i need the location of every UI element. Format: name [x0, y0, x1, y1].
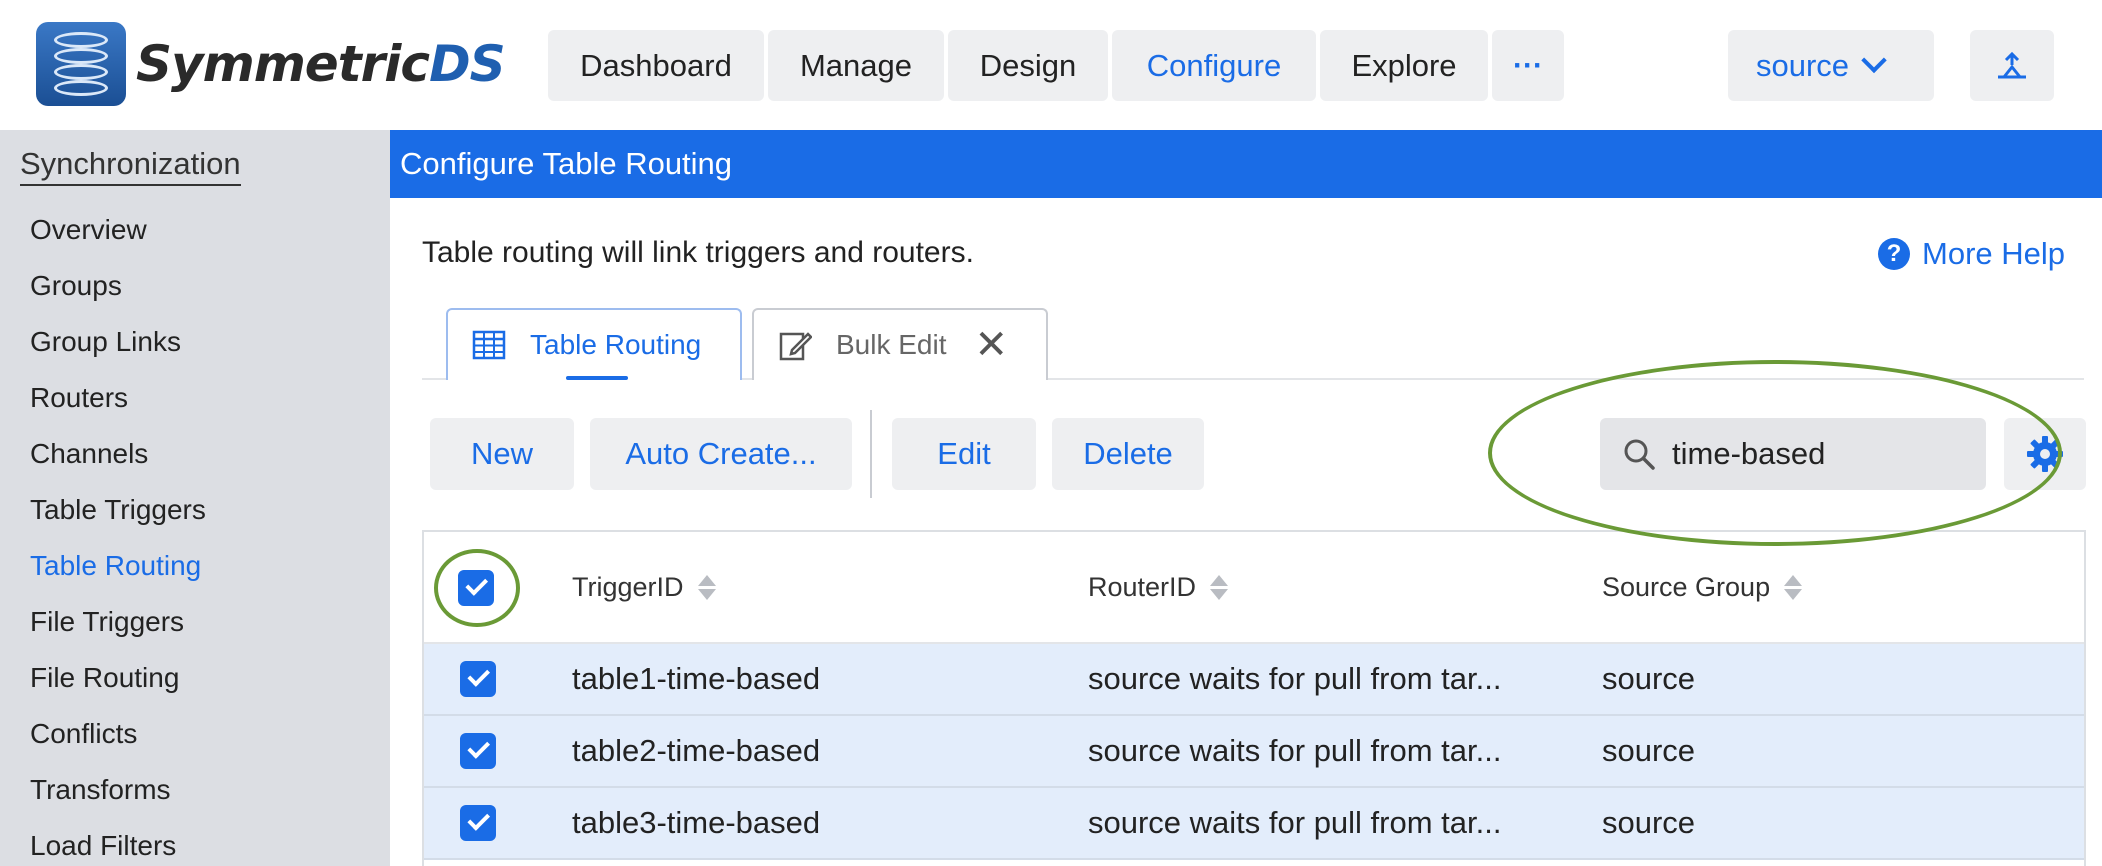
chevron-down-icon [1861, 47, 1887, 73]
table-header: TriggerID RouterID Source Group [424, 532, 2084, 644]
cell-source-group: source [1602, 661, 1696, 696]
database-logo-icon [36, 22, 126, 106]
more-dots-icon: ··· [1513, 48, 1543, 82]
node-select-dropdown[interactable]: source [1728, 30, 1934, 101]
toolbar-divider [870, 410, 872, 498]
tab-table-routing[interactable]: Table Routing [446, 308, 742, 380]
nav-configure[interactable]: Configure [1112, 30, 1316, 101]
column-header-label: RouterID [1088, 572, 1197, 602]
cell-router-id: source waits for pull from tar... [1088, 661, 1502, 696]
sidebar-item-groups[interactable]: Groups [30, 258, 206, 314]
table-row[interactable]: table3-time-based source waits for pull … [424, 788, 2084, 860]
more-help-label: More Help [1922, 236, 2065, 271]
page-title: Configure Table Routing [400, 146, 733, 181]
symmetricds-logo[interactable]: SymmetricDS [36, 22, 506, 106]
close-tab-icon[interactable]: ✕ [975, 325, 1009, 365]
checkmark-icon [467, 808, 491, 831]
sidebar-item-load-filters[interactable]: Load Filters [30, 818, 206, 866]
sidebar-item-file-triggers[interactable]: File Triggers [30, 594, 206, 650]
new-button[interactable]: New [430, 418, 574, 490]
logo-text: SymmetricDS [136, 35, 506, 93]
edit-button[interactable]: Edit [892, 418, 1036, 490]
table-grid-icon [472, 330, 506, 360]
column-header-label: TriggerID [572, 572, 684, 602]
user-icon [1998, 51, 2026, 78]
sort-icon [1210, 575, 1229, 600]
main-nav: Dashboard Manage Design Configure Explor… [548, 30, 1564, 101]
nav-dashboard[interactable]: Dashboard [548, 30, 764, 101]
cell-router-id: source waits for pull from tar... [1088, 733, 1502, 768]
checkmark-icon [467, 664, 491, 687]
checkmark-icon [467, 736, 491, 759]
column-header-router-id[interactable]: RouterID [1088, 572, 1229, 603]
sidebar-item-table-triggers[interactable]: Table Triggers [30, 482, 206, 538]
table-row[interactable]: table2-time-based source waits for pull … [424, 716, 2084, 788]
row-checkbox[interactable] [460, 661, 496, 697]
cell-trigger-id: table1-time-based [572, 661, 821, 696]
nav-explore[interactable]: Explore [1320, 30, 1488, 101]
row-checkbox[interactable] [460, 733, 496, 769]
table-routing-grid: TriggerID RouterID Source Group table1-t… [422, 530, 2086, 866]
row-checkbox[interactable] [460, 805, 496, 841]
cell-source-group: source [1602, 733, 1696, 768]
user-menu-button[interactable] [1970, 30, 2054, 101]
app-header: SymmetricDS Dashboard Manage Design Conf… [0, 0, 2102, 130]
page-description: Table routing will link triggers and rou… [422, 236, 974, 269]
sidebar: Synchronization Overview Groups Group Li… [0, 130, 390, 866]
sidebar-item-conflicts[interactable]: Conflicts [30, 706, 206, 762]
tab-table-routing-label: Table Routing [530, 329, 702, 360]
sort-icon [697, 575, 716, 600]
nav-manage[interactable]: Manage [768, 30, 944, 101]
node-select-value: source [1756, 47, 1850, 83]
help-icon: ? [1878, 238, 1910, 270]
sidebar-section-title[interactable]: Synchronization [20, 146, 241, 186]
annotation-ellipse-select-all [434, 549, 520, 627]
annotation-ellipse-search [1488, 360, 2062, 546]
delete-button[interactable]: Delete [1052, 418, 1204, 490]
nav-design[interactable]: Design [948, 30, 1108, 101]
auto-create-button[interactable]: Auto Create... [590, 418, 852, 490]
cell-trigger-id: table3-time-based [572, 805, 821, 840]
cell-trigger-id: table2-time-based [572, 733, 821, 768]
sidebar-item-file-routing[interactable]: File Routing [30, 650, 206, 706]
more-help-link[interactable]: ? More Help [1878, 236, 2065, 272]
sort-icon [1784, 575, 1803, 600]
column-header-label: Source Group [1602, 572, 1771, 602]
cell-source-group: source [1602, 805, 1696, 840]
column-header-trigger-id[interactable]: TriggerID [572, 572, 716, 603]
edit-icon [779, 332, 812, 361]
cell-router-id: source waits for pull from tar... [1088, 805, 1502, 840]
active-tab-indicator [566, 376, 628, 380]
column-header-source-group[interactable]: Source Group [1602, 572, 1803, 603]
tab-bulk-edit-label: Bulk Edit [836, 329, 947, 360]
sidebar-item-group-links[interactable]: Group Links [30, 314, 206, 370]
table-row[interactable]: table1-time-based source waits for pull … [424, 644, 2084, 716]
nav-more-button[interactable]: ··· [1492, 30, 1564, 101]
sidebar-item-table-routing[interactable]: Table Routing [30, 538, 206, 594]
sidebar-item-channels[interactable]: Channels [30, 426, 206, 482]
sidebar-item-transforms[interactable]: Transforms [30, 762, 206, 818]
page-title-bar: Configure Table Routing [390, 130, 2102, 198]
sidebar-item-overview[interactable]: Overview [30, 202, 206, 258]
sidebar-item-routers[interactable]: Routers [30, 370, 206, 426]
tab-bulk-edit[interactable]: Bulk Edit ✕ [752, 308, 1048, 380]
